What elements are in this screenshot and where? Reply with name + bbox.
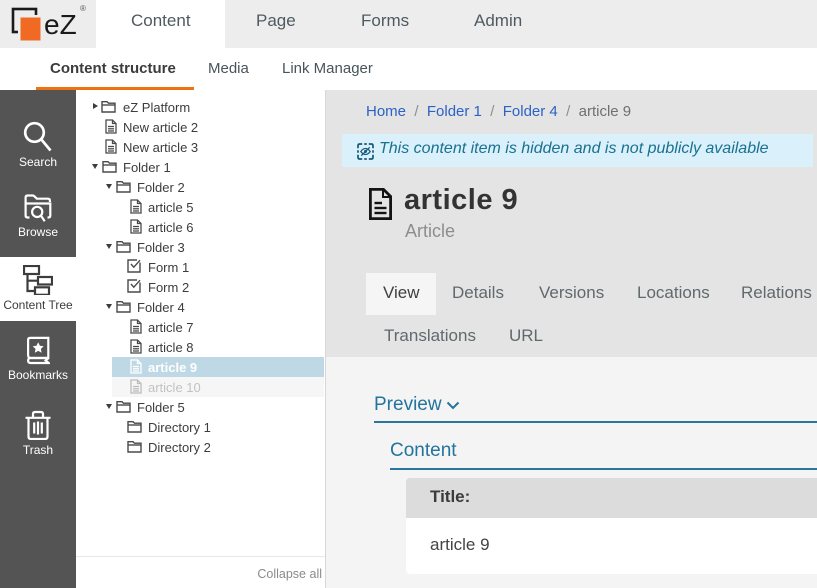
svg-text:eZ: eZ: [44, 9, 77, 40]
svg-text:®: ®: [80, 4, 86, 13]
